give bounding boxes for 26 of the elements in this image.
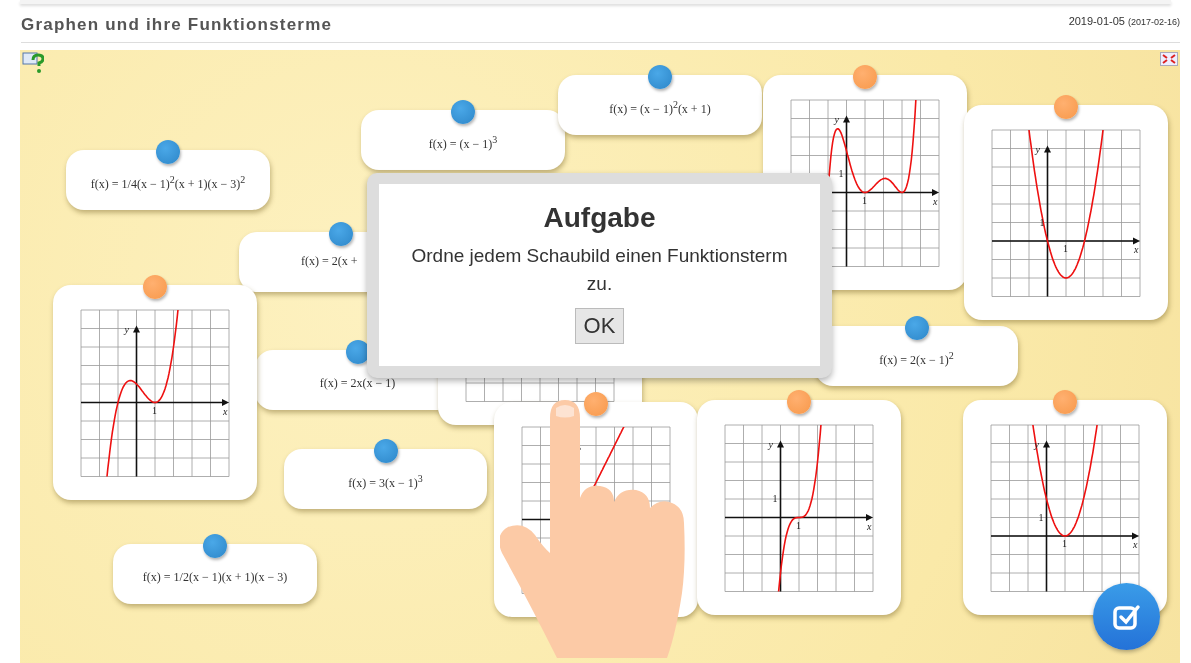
formula-text: f(x) = 2(x − 1)$^{2}$ — [879, 350, 954, 368]
formula-card[interactable]: f(x) = 1/4(x − 1)$^{2}$(x + 1)(x − 3)$^{2}$ — [66, 150, 270, 210]
function-graph-drawing: x y 1 — [80, 308, 230, 477]
formula-card[interactable]: f(x) = (x − 1)$^{2}$(x + 1) — [558, 75, 762, 135]
function-graph-drawing: x y 1 1 — [990, 423, 1140, 592]
formula-card[interactable]: f(x) = 3(x − 1)$^{3}$ — [284, 449, 487, 509]
graph-card[interactable]: x y 1 1 — [964, 105, 1168, 320]
function-graph-drawing: x y 1 1 — [991, 128, 1141, 297]
formula-card[interactable]: f(x) = (x − 1)$^{3}$ — [361, 110, 565, 170]
graph-card[interactable]: x y 1 — [53, 285, 257, 500]
formula-text: f(x) = 2x(x − 1) — [319, 375, 396, 391]
function-graph-drawing: x y 1 1 — [724, 423, 874, 592]
formula-text: f(x) = 1/4(x − 1)$^{2}$(x + 1)(x − 3)$^{2}$ — [90, 174, 246, 192]
graph-card[interactable]: x y 1 1 — [963, 400, 1167, 615]
ok-button[interactable]: OK — [574, 308, 625, 344]
formula-text: f(x) = (x − 1)$^{2}$(x + 1) — [609, 99, 711, 117]
created-date-text: (2017-02-16) — [1127, 17, 1180, 27]
date-text: 2019-01-05 — [1068, 15, 1125, 27]
formula-text: f(x) = (x − 1)$^{3}$ — [428, 134, 498, 152]
formula-text: f(x) = 2(x + — [301, 254, 358, 269]
formula-card[interactable]: f(x) = 1/2(x − 1)(x + 1)(x − 3) — [113, 544, 317, 604]
dialog-title: Aufgabe — [543, 202, 656, 234]
formula-text: f(x) = 3(x − 1)$^{3}$ — [348, 473, 423, 491]
page-title: Graphen und ihre Funktionsterme — [21, 15, 333, 35]
formula-text: f(x) = 1/2(x − 1)(x + 1)(x − 3) — [142, 569, 288, 585]
graph-card[interactable]: x y 1 1 — [697, 400, 901, 615]
